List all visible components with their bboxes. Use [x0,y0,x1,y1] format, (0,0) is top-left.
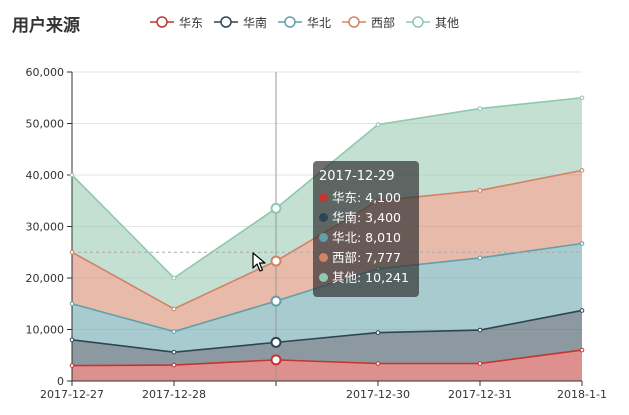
data-point [171,306,177,312]
data-point [477,188,483,193]
x-tick-label: 2018-1-1 [557,388,607,401]
y-tick-label: 30,000 [26,221,65,234]
series-dot [319,273,328,282]
y-tick-label: 40,000 [26,169,65,182]
series-dot [319,213,328,222]
legend-marker [412,16,424,28]
tooltip-row: 华北: 8,010 [319,228,419,248]
data-point [171,362,177,368]
data-point [69,172,75,178]
y-tick-label: 60,000 [26,66,65,79]
legend-label: 华东 [179,16,203,30]
y-tick-label: 50,000 [26,118,65,131]
chart-title: 用户来源 [12,15,80,36]
data-point [579,347,585,353]
series-dot [319,193,328,202]
data-point [477,327,483,333]
data-point [69,249,75,255]
data-point [69,363,75,368]
tooltip-row-label: 其他: 10,241 [332,270,409,285]
tooltip-row: 西部: 7,777 [319,248,419,268]
x-tick-label: 2017-12-28 [142,388,206,401]
tooltip-row-label: 华东: 4,100 [332,190,401,205]
tooltip-row: 华东: 4,100 [319,188,419,208]
data-point [579,168,585,173]
data-point [270,336,282,348]
data-point [69,301,75,307]
legend-label: 西部 [371,15,395,30]
data-point [69,337,75,343]
data-point [270,354,282,366]
tooltip-row-label: 华南: 3,400 [332,210,401,225]
legend-marker [220,16,232,28]
data-point [579,241,585,246]
data-point [375,330,381,335]
tooltip-row: 华南: 3,400 [319,208,419,228]
legend-label: 华北 [307,16,331,30]
data-point [477,106,483,111]
legend-label: 华南 [243,15,267,30]
data-point [270,255,282,267]
legend-marker [284,16,296,28]
data-point [375,361,381,366]
tooltip-row: 其他: 10,241 [319,268,419,288]
data-point [477,255,483,261]
y-tick-label: 10,000 [26,324,65,337]
legend-marker [348,16,360,28]
y-tick-label: 20,000 [26,272,65,285]
data-point [477,361,483,366]
data-point [171,349,177,355]
x-tick-label: 2017-12-30 [346,388,410,401]
data-point [579,308,585,313]
mouse-cursor-icon [252,252,266,272]
y-tick-label: 0 [57,375,64,388]
data-point [270,202,282,214]
x-tick-label: 2017-12-27 [40,388,104,401]
data-point [579,95,585,101]
data-point [171,329,177,334]
data-point [270,295,282,307]
x-tick-label: 2017-12-31 [448,388,512,401]
legend-marker [156,16,168,28]
series-dot [319,253,328,262]
tooltip-date: 2017-12-29 [319,169,395,184]
legend-label: 其他 [435,16,459,30]
tooltip-row-label: 西部: 7,777 [332,250,401,265]
tooltip-row-label: 华北: 8,010 [332,230,401,245]
data-point [375,122,381,127]
data-point [171,275,177,281]
series-dot [319,233,328,242]
tooltip: 2017-12-29 华东: 4,100 华南: 3,400 华北: 8,010… [313,161,419,297]
